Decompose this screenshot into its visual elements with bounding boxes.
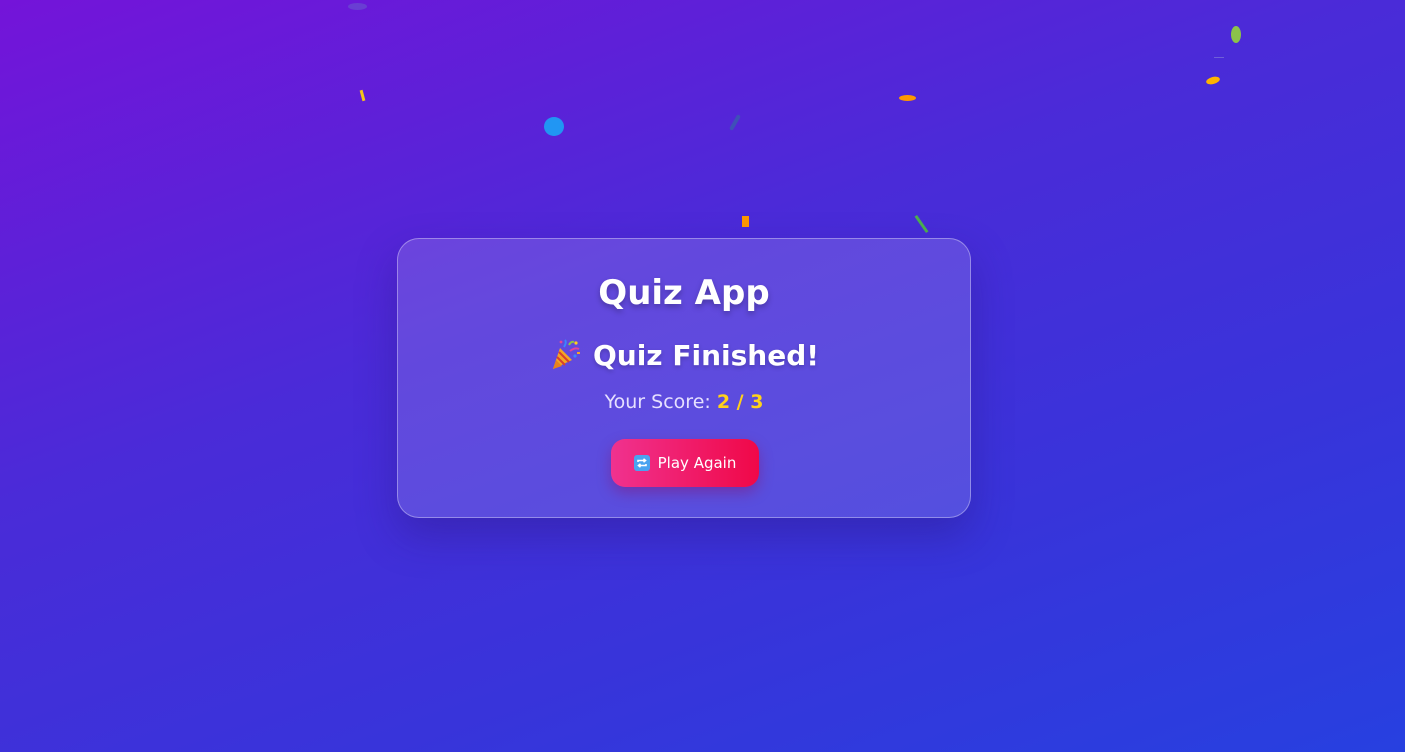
- confetti-piece: [359, 89, 366, 102]
- confetti-piece: [348, 3, 367, 10]
- quiz-result-card: Quiz App Quiz Finished! Your Score: 2 / …: [397, 238, 971, 518]
- confetti-piece: [914, 214, 929, 234]
- play-again-button[interactable]: Play Again: [611, 439, 759, 487]
- repeat-icon: [633, 455, 650, 471]
- score-value: 2 / 3: [716, 391, 764, 413]
- confetti-piece: [1214, 57, 1224, 58]
- confetti-piece: [544, 117, 564, 136]
- confetti-piece: [729, 114, 741, 131]
- party-popper-icon: [549, 339, 581, 371]
- score-label: Your Score:: [604, 391, 711, 413]
- confetti-piece: [1231, 26, 1241, 43]
- app-title: Quiz App: [598, 273, 770, 313]
- confetti-piece: [899, 95, 916, 101]
- finished-title: Quiz Finished!: [592, 338, 820, 372]
- confetti-piece: [1205, 75, 1221, 86]
- play-again-label: Play Again: [657, 454, 737, 472]
- confetti-piece: [742, 216, 749, 227]
- quiz-finished-heading: Quiz Finished!: [398, 337, 970, 373]
- score-display: Your Score: 2 / 3: [398, 389, 970, 415]
